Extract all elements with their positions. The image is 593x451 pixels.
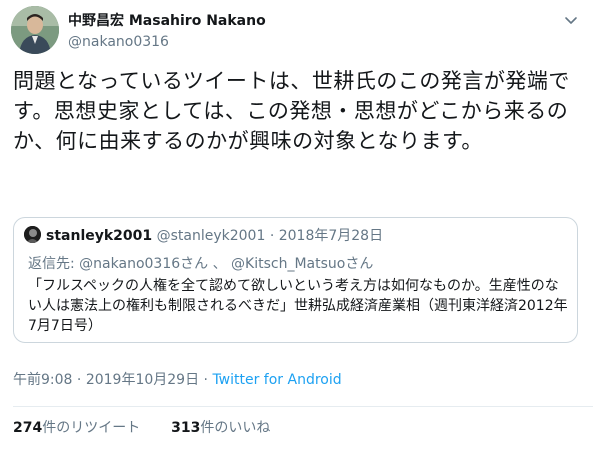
author-block[interactable]: 中野昌宏 Masahiro Nakano @nakano0316 xyxy=(68,11,266,52)
tweet-meta: 午前9:08 · 2019年10月29日 · Twitter for Andro… xyxy=(13,370,342,390)
quoted-text: 「フルスペックの人権を全て認めて欲しいという考え方は如何なものか。生産性のない人… xyxy=(28,278,568,334)
quoted-handle: @stanleyk2001 xyxy=(156,228,266,244)
quoted-tweet[interactable]: stanleyk2001 @stanleyk2001 · 2018年7月28日 … xyxy=(13,217,578,343)
likes-count: 313 xyxy=(171,420,201,436)
retweets-stat[interactable]: 274件のリツイート xyxy=(13,420,140,436)
quoted-header: stanleyk2001 @stanleyk2001 · 2018年7月28日 xyxy=(24,226,383,246)
retweets-count: 274 xyxy=(13,420,43,436)
quoted-reply-line: 返信先: @nakano0316さん 、 @Kitsch_Matsuoさん xyxy=(28,254,373,274)
likes-label: 件のいいね xyxy=(200,420,271,436)
quoted-separator: · xyxy=(269,228,275,244)
reply-mention-2[interactable]: @Kitsch_Matsuoさん xyxy=(231,256,373,272)
tweet-stats: 274件のリツイート 313件のいいね xyxy=(13,418,270,438)
tweet-text: 問題となっているツイートは、世耕氏のこの発言が発端です。思想史家としては、この発… xyxy=(13,69,570,153)
chevron-down-icon[interactable] xyxy=(563,12,579,28)
reply-mention-1[interactable]: @nakano0316さん xyxy=(79,256,208,272)
avatar[interactable] xyxy=(11,6,59,54)
quoted-avatar xyxy=(24,226,41,243)
reply-separator: 、 xyxy=(208,256,232,272)
avatar-photo xyxy=(11,6,59,54)
reply-prefix: 返信先: xyxy=(28,256,80,272)
likes-stat[interactable]: 313件のいいね xyxy=(171,420,270,436)
tweet-time[interactable]: 午前9:08 xyxy=(13,372,72,388)
divider xyxy=(13,406,593,407)
meta-separator-2: · xyxy=(199,372,213,388)
quoted-date: 2018年7月28日 xyxy=(278,228,384,244)
author-display-name[interactable]: 中野昌宏 Masahiro Nakano xyxy=(68,11,266,31)
author-handle[interactable]: @nakano0316 xyxy=(68,32,266,52)
retweets-label: 件のリツイート xyxy=(42,420,141,436)
quoted-name: stanleyk2001 xyxy=(46,228,153,244)
meta-separator-1: · xyxy=(72,372,86,388)
tweet-date[interactable]: 2019年10月29日 xyxy=(86,372,199,388)
tweet-source-link[interactable]: Twitter for Android xyxy=(212,372,341,388)
